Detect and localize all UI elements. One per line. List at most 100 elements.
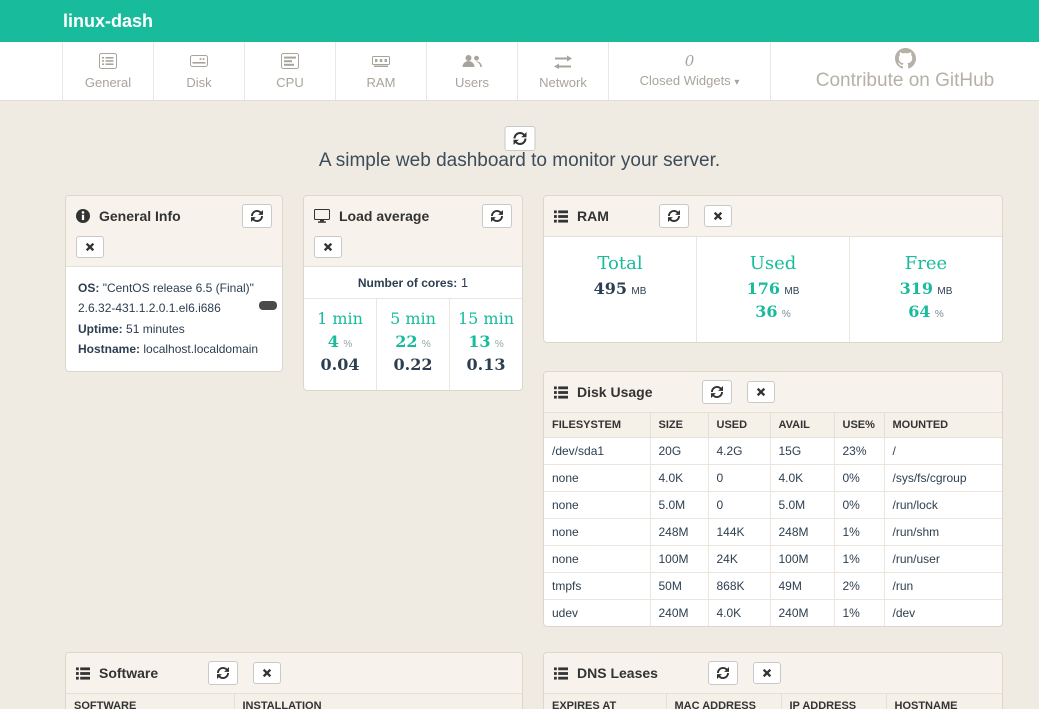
ram-icon: [372, 53, 390, 70]
table-cell: /sys/fs/cgroup: [884, 465, 1002, 492]
widget-software: Software SOFTWAREINSTALLATION: [65, 652, 523, 709]
table-header-row: EXPIRES ATMAC ADDRESSIP ADDRESSHOSTNAME: [544, 694, 1002, 709]
table-cell: /dev/sda1: [544, 438, 650, 465]
nav-item-general[interactable]: General: [63, 42, 154, 100]
app-title: linux-dash: [63, 11, 153, 32]
widget-ram: RAM Total 495 MB Used 176 MB 36 % Free 3…: [543, 195, 1003, 343]
software-table: SOFTWAREINSTALLATION: [66, 694, 522, 709]
column-header: MAC ADDRESS: [666, 694, 781, 709]
widget-load-average: Load average Number of cores: 1 1 min 4 …: [303, 195, 523, 391]
refresh-button[interactable]: [482, 204, 512, 228]
column-header: SIZE: [650, 413, 708, 438]
table-cell: 100M: [770, 546, 834, 573]
nav-item-cpu[interactable]: CPU: [245, 42, 336, 100]
os-line: OS: "CentOS release 6.5 (Final)" 2.6.32-…: [78, 278, 270, 319]
table-cell: /run/shm: [884, 519, 1002, 546]
load-column-5min: 5 min 22 % 0.22: [376, 299, 449, 390]
refresh-all-button[interactable]: [504, 126, 535, 151]
table-cell: 144K: [708, 519, 770, 546]
load-value: 0.22: [377, 355, 449, 374]
load-column-1min: 1 min 4 % 0.04: [304, 299, 376, 390]
cpu-icon: [281, 53, 299, 70]
close-button[interactable]: [704, 205, 732, 227]
close-button[interactable]: [253, 662, 281, 684]
table-cell: 50M: [650, 573, 708, 600]
widget-header: RAM: [544, 196, 1002, 237]
table-cell: 4.0K: [770, 465, 834, 492]
refresh-button[interactable]: [659, 204, 689, 228]
nav-item-ram[interactable]: RAM: [336, 42, 427, 100]
table-row: none5.0M05.0M0%/run/lock: [544, 492, 1002, 519]
table-cell: /run: [884, 573, 1002, 600]
github-link-label: Contribute on GitHub: [816, 70, 995, 92]
table-cell: 248M: [770, 519, 834, 546]
table-cell: 248M: [650, 519, 708, 546]
nav-item-github[interactable]: Contribute on GitHub: [771, 42, 1039, 100]
tagline: A simple web dashboard to monitor your s…: [0, 150, 1039, 172]
refresh-button[interactable]: [208, 661, 238, 685]
load-percent: 22 %: [377, 332, 449, 352]
ram-column-total: Total 495 MB: [544, 237, 696, 342]
ram-columns: Total 495 MB Used 176 MB 36 % Free 319 M…: [544, 237, 1002, 342]
table-cell: 15G: [770, 438, 834, 465]
uptime-line: Uptime: 51 minutes: [78, 319, 270, 339]
users-icon: [462, 53, 482, 70]
table-cell: none: [544, 519, 650, 546]
table-cell: 240M: [650, 600, 708, 627]
close-button[interactable]: [314, 236, 342, 258]
scrollbar-thumb[interactable]: [259, 301, 277, 310]
table-cell: 2%: [834, 573, 884, 600]
table-cell: 4.0K: [708, 600, 770, 627]
close-button[interactable]: [747, 381, 775, 403]
table-cell: 0: [708, 465, 770, 492]
table-cell: udev: [544, 600, 650, 627]
table-header-row: FILESYSTEMSIZEUSEDAVAILUSE%MOUNTED: [544, 413, 1002, 438]
table-cell: none: [544, 465, 650, 492]
closed-widgets-label: Closed Widgets ▾: [640, 73, 740, 88]
nav-item-label: RAM: [367, 75, 396, 90]
nav-item-label: CPU: [276, 75, 303, 90]
load-percent: 13 %: [450, 332, 522, 352]
refresh-button[interactable]: [702, 380, 732, 404]
ram-amount: 319 MB: [860, 279, 992, 299]
load-value: 0.04: [304, 355, 376, 374]
close-button[interactable]: [753, 662, 781, 684]
widget-title: DNS Leases: [577, 665, 658, 681]
nav-item-network[interactable]: Network: [518, 42, 609, 100]
widget-title: Disk Usage: [577, 384, 652, 400]
table-cell: 24K: [708, 546, 770, 573]
table-cell: 20G: [650, 438, 708, 465]
table-cell: 100M: [650, 546, 708, 573]
nav-item-users[interactable]: Users: [427, 42, 518, 100]
widget-header: DNS Leases: [544, 653, 1002, 694]
column-header: HOSTNAME: [886, 694, 1002, 709]
table-row: none248M144K248M1%/run/shm: [544, 519, 1002, 546]
nav-item-closed-widgets[interactable]: 0 Closed Widgets ▾: [609, 42, 771, 100]
ram-column-free: Free 319 MB 64 %: [849, 237, 1002, 342]
table-cell: 240M: [770, 600, 834, 627]
table-cell: 4.2G: [708, 438, 770, 465]
refresh-button[interactable]: [242, 204, 272, 228]
load-label: 15 min: [450, 309, 522, 328]
table-row: none4.0K04.0K0%/sys/fs/cgroup: [544, 465, 1002, 492]
close-button[interactable]: [76, 236, 104, 258]
widget-title: Load average: [339, 208, 429, 224]
ram-label: Used: [707, 253, 839, 274]
widget-title: Software: [99, 665, 158, 681]
top-header: linux-dash: [0, 0, 1039, 42]
column-header: MOUNTED: [884, 413, 1002, 438]
load-value: 0.13: [450, 355, 522, 374]
widget-title: RAM: [577, 208, 609, 224]
list-icon: [554, 667, 568, 680]
table-row: tmpfs50M868K49M2%/run: [544, 573, 1002, 600]
refresh-button[interactable]: [708, 661, 738, 685]
table-cell: 1%: [834, 546, 884, 573]
widget-title: General Info: [99, 208, 181, 224]
table-cell: 0%: [834, 465, 884, 492]
nav-item-disk[interactable]: Disk: [154, 42, 245, 100]
table-cell: 1%: [834, 519, 884, 546]
table-row: udev240M4.0K240M1%/dev: [544, 600, 1002, 627]
column-header: FILESYSTEM: [544, 413, 650, 438]
general-icon: [99, 53, 117, 70]
ram-column-used: Used 176 MB 36 %: [696, 237, 849, 342]
